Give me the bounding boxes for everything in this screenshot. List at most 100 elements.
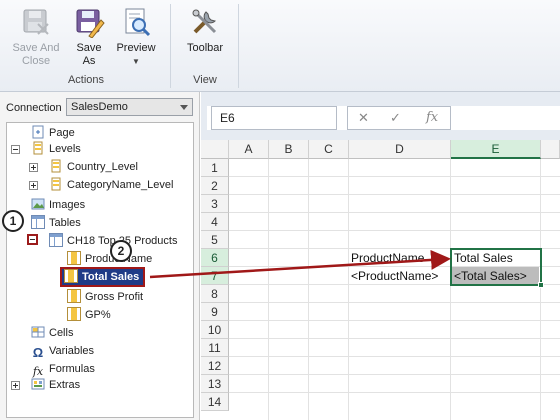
- save-as-button[interactable]: Save As: [68, 6, 110, 68]
- connection-select[interactable]: SalesDemo: [66, 98, 193, 116]
- image-icon: [31, 197, 45, 211]
- column-header-a[interactable]: A: [229, 140, 269, 159]
- tree-item-label: Formulas: [49, 363, 95, 375]
- grid-line: [229, 230, 560, 231]
- tree-item-page[interactable]: Page: [31, 125, 75, 141]
- tree-item-label: GP%: [85, 309, 111, 321]
- tree-item-label: Variables: [49, 345, 95, 357]
- grid-line: [229, 302, 560, 303]
- collapse-toggle[interactable]: [11, 145, 20, 154]
- grid-line: [450, 159, 451, 420]
- grid-line: [229, 392, 560, 393]
- tree-item-categoryname-level[interactable]: CategoryName_Level: [49, 177, 173, 193]
- row-header[interactable]: 2: [201, 177, 229, 195]
- view-group-label: View: [193, 74, 217, 86]
- ribbon-separator: [238, 4, 239, 88]
- grid-line: [308, 159, 309, 420]
- table-icon: [49, 233, 63, 247]
- collapse-toggle[interactable]: [27, 234, 38, 245]
- save-and-close-button[interactable]: Save And Close: [8, 6, 64, 68]
- connection-value: SalesDemo: [71, 101, 128, 113]
- data-explorer-panel: Connection SalesDemo Page Levels Country…: [0, 92, 200, 420]
- column-header-e[interactable]: E: [451, 140, 541, 159]
- tree-item-formulas[interactable]: fx Formulas: [31, 361, 95, 378]
- column-icon: [67, 289, 81, 303]
- column-icon: [67, 307, 81, 321]
- name-box[interactable]: E6: [211, 106, 337, 130]
- row-header[interactable]: 8: [201, 285, 229, 303]
- toolbar-label: Toolbar: [186, 42, 224, 54]
- grid-line: [229, 374, 560, 375]
- tree-item-label: Total Sales: [82, 271, 140, 283]
- toolbar-button[interactable]: Toolbar: [180, 6, 230, 55]
- cancel-icon[interactable]: ✕: [358, 110, 369, 126]
- row-header[interactable]: 6: [201, 249, 229, 267]
- save-as-icon: [73, 6, 105, 39]
- ribbon-separator: [170, 4, 171, 88]
- row-header[interactable]: 3: [201, 195, 229, 213]
- omega-icon: Ω: [32, 345, 44, 360]
- row-header[interactable]: 10: [201, 321, 229, 339]
- toolbar-tools-icon: [189, 6, 221, 38]
- tree-item-label: CategoryName_Level: [67, 179, 174, 191]
- expand-toggle[interactable]: [11, 381, 20, 390]
- tree-item-variables[interactable]: Ω Variables: [31, 343, 95, 360]
- cell-d6[interactable]: ProductName: [351, 249, 424, 267]
- column-header-d[interactable]: D: [349, 140, 451, 159]
- row-header[interactable]: 7: [201, 267, 229, 285]
- row-header[interactable]: 11: [201, 339, 229, 357]
- row-header[interactable]: 13: [201, 375, 229, 393]
- tree-item-tables[interactable]: Tables: [31, 215, 81, 231]
- tree-item-images[interactable]: Images: [31, 197, 85, 213]
- row-header[interactable]: 5: [201, 231, 229, 249]
- grid-line: [229, 212, 560, 213]
- tree-item-country-level[interactable]: Country_Level: [49, 159, 138, 175]
- grid-line: [229, 356, 560, 357]
- chevron-down-icon: [180, 105, 188, 110]
- tree-item-gp-percent[interactable]: GP%: [67, 307, 111, 323]
- row-header[interactable]: 1: [201, 159, 229, 177]
- grid-line: [229, 194, 560, 195]
- ribbon: Save And Close Save As Preview ▼ Actions…: [0, 0, 560, 92]
- column-icon: [67, 251, 81, 265]
- step-callout-1: 1: [2, 210, 24, 232]
- column-header-c[interactable]: C: [309, 140, 349, 159]
- tree-item-levels[interactable]: Levels: [31, 141, 81, 157]
- grid-line: [540, 159, 541, 420]
- save-close-icon: [20, 6, 52, 38]
- enter-icon[interactable]: ✓: [390, 110, 401, 126]
- row-header[interactable]: 4: [201, 213, 229, 231]
- tree-item-label: Levels: [49, 143, 81, 155]
- fx-icon[interactable]: fx: [426, 110, 438, 125]
- tree-item-label: Extras: [49, 379, 81, 391]
- column-header-b[interactable]: B: [269, 140, 309, 159]
- spreadsheet-grid[interactable]: A B C D E 1 2 3 4 5 6 7 8 9 10 11 12 13 …: [201, 140, 560, 420]
- page-icon: [31, 125, 45, 139]
- select-all-corner[interactable]: [201, 140, 229, 159]
- cells-icon: [31, 325, 45, 339]
- row-header[interactable]: 12: [201, 357, 229, 375]
- column-header-f[interactable]: [541, 140, 560, 159]
- levels-icon: [31, 141, 45, 155]
- grid-line: [229, 320, 560, 321]
- tree-item-label: Page: [49, 127, 75, 139]
- cell-selection[interactable]: [450, 248, 544, 288]
- row-header[interactable]: 9: [201, 303, 229, 321]
- chevron-down-icon: ▼: [132, 57, 140, 66]
- tree-item-total-sales[interactable]: Total Sales: [60, 267, 146, 287]
- connection-label: Connection: [6, 102, 62, 114]
- cell-d7[interactable]: <ProductName>: [351, 267, 438, 285]
- grid-line: [229, 176, 560, 177]
- column-icon: [64, 269, 78, 283]
- tree-item-gross-profit[interactable]: Gross Profit: [67, 289, 143, 305]
- preview-button[interactable]: Preview ▼: [114, 6, 158, 68]
- row-header[interactable]: 14: [201, 393, 229, 411]
- expand-toggle[interactable]: [29, 181, 38, 190]
- fill-handle[interactable]: [538, 282, 544, 288]
- expand-toggle[interactable]: [29, 163, 38, 172]
- formula-actions: ✕ ✓ fx: [347, 106, 451, 130]
- tree-item-extras[interactable]: Extras: [31, 377, 80, 393]
- tree-item-label: Country_Level: [67, 161, 138, 173]
- tree-item-cells[interactable]: Cells: [31, 325, 73, 341]
- tree-item-label: Tables: [49, 217, 81, 229]
